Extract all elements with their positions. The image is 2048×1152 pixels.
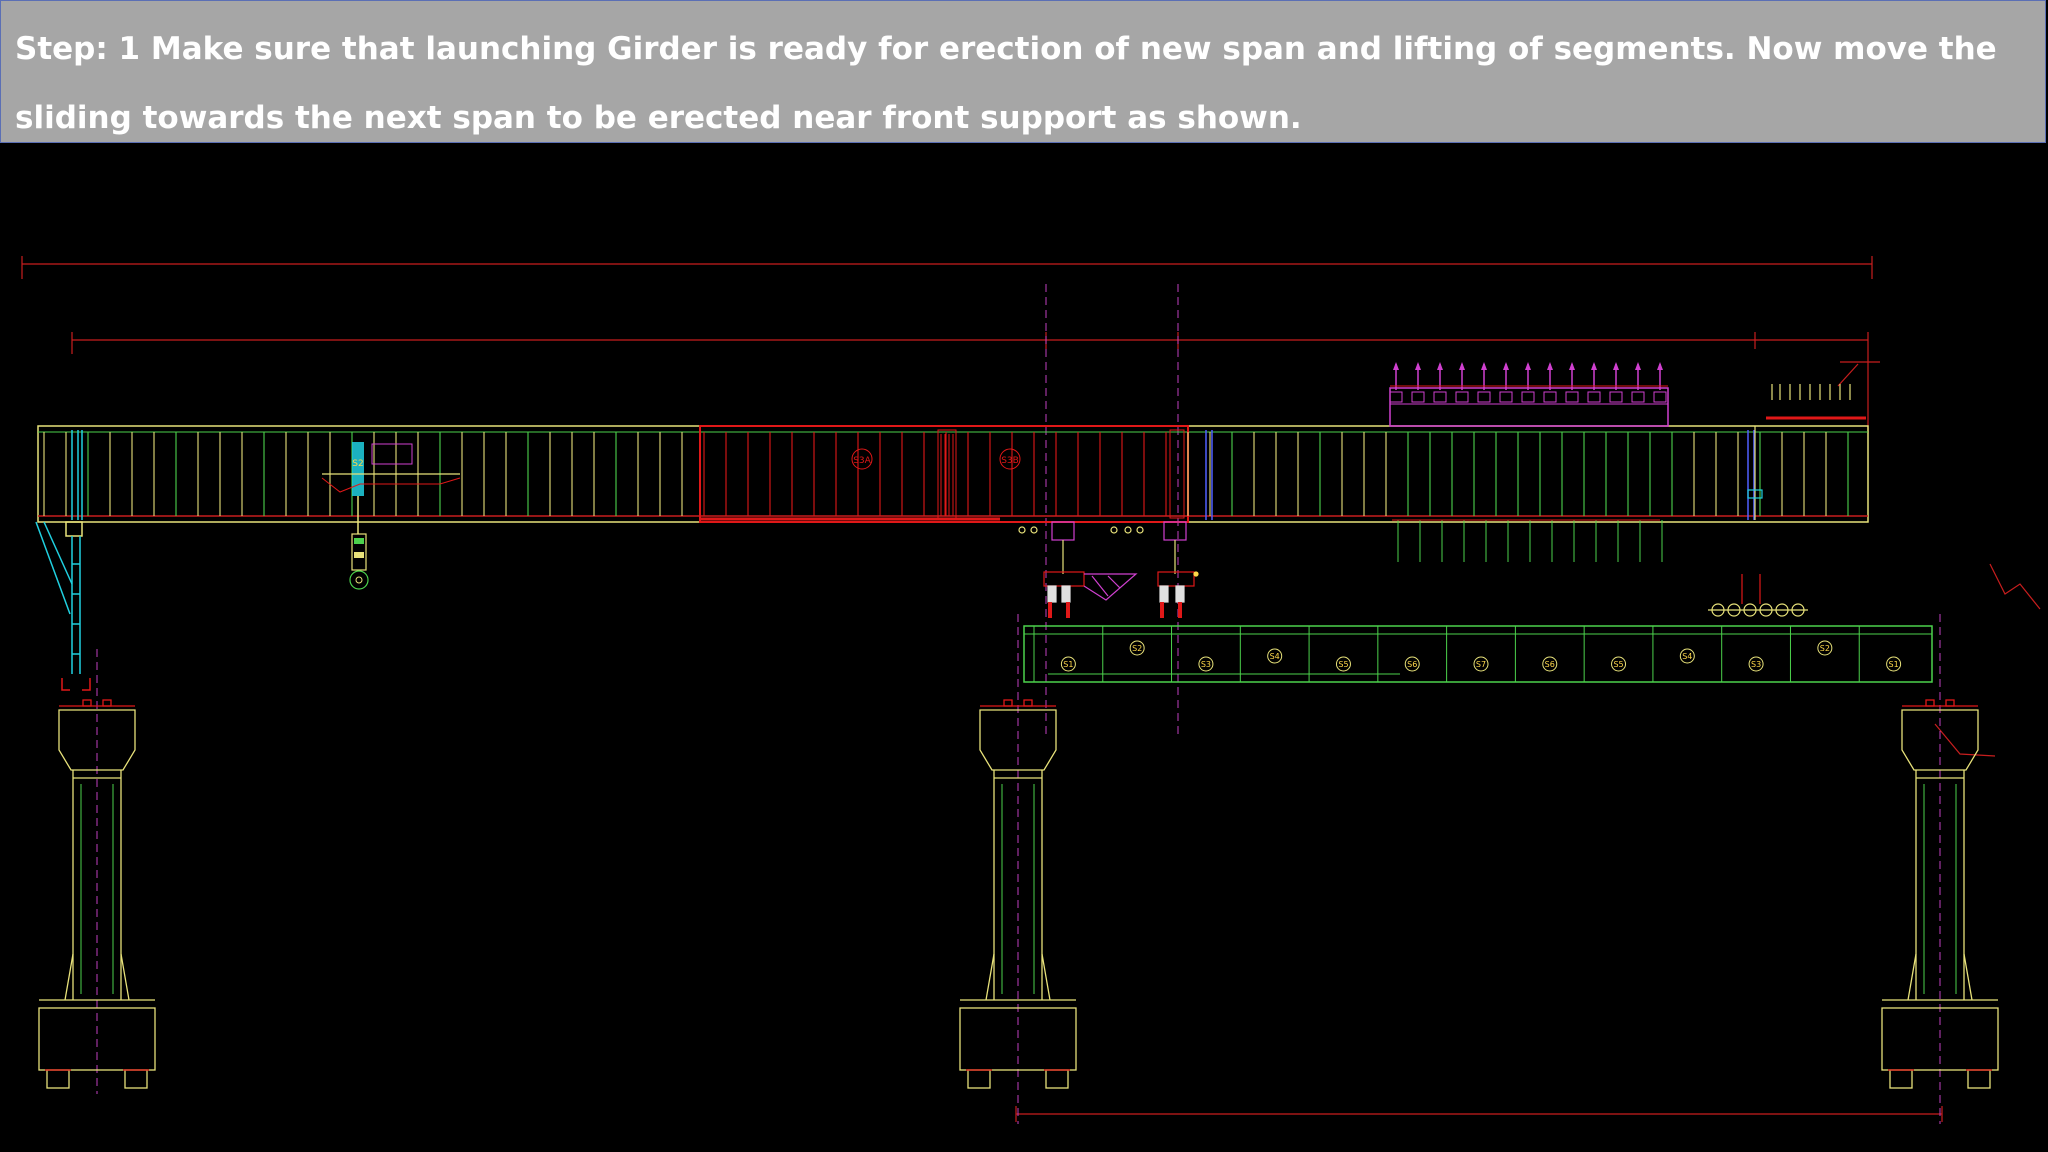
lifting-jack xyxy=(1653,362,1667,403)
segment-lifting-frames xyxy=(1389,362,1667,403)
instruction-banner: Step: 1 Make sure that launching Girder … xyxy=(0,0,2046,143)
sliding-carriage-left xyxy=(1018,521,1138,618)
lifting-jack xyxy=(1499,362,1513,403)
segment-label: S3 xyxy=(1201,660,1211,669)
lifting-jack xyxy=(1609,362,1623,403)
segment-label: S5 xyxy=(1338,660,1348,669)
segment-label: S6 xyxy=(1545,660,1555,669)
lifting-jack xyxy=(1389,362,1403,403)
segment-label: S1 xyxy=(1889,660,1899,669)
launching-girder-truss: S3A S3B xyxy=(37,425,1869,523)
launching-girder-drawing: S3A S3B S2 S1S2S3S4S5 S6 S7 S6 S5S4S3S2S… xyxy=(21,256,2041,1124)
central-stiffener xyxy=(937,429,1185,519)
lifting-jack xyxy=(1631,362,1645,403)
segment-label: S4 xyxy=(1682,652,1692,661)
segment-label: S3 xyxy=(1751,660,1761,669)
lifting-jack xyxy=(1477,362,1491,403)
rear-support-leg xyxy=(35,521,91,691)
segment-label: S1 xyxy=(1063,660,1073,669)
girder-tag-s3a: S3A xyxy=(851,448,873,470)
girder-tag-s3a-label: S3A xyxy=(853,456,871,466)
step-instruction-text: Step: 1 Make sure that launching Girder … xyxy=(15,31,1997,136)
segment-hanger-rods xyxy=(1392,519,1663,562)
truss-vertical-members xyxy=(43,432,1849,516)
lifting-jack xyxy=(1587,362,1601,403)
lifting-jack xyxy=(1521,362,1535,403)
lifting-jack xyxy=(1565,362,1579,403)
girder-tag-s3b: S3B xyxy=(999,448,1021,470)
deck-hoist-rings xyxy=(1708,574,1808,617)
segment-label: S5 xyxy=(1613,660,1623,669)
left-nose-bracing xyxy=(71,430,83,520)
segment-label: S6 xyxy=(1407,660,1417,669)
segment-label: S2 xyxy=(1820,644,1830,653)
lifting-jack xyxy=(1433,362,1447,403)
segment-label: S7 xyxy=(1476,660,1486,669)
lifting-jack xyxy=(1543,362,1557,403)
sliding-carriage-right xyxy=(1110,521,1199,618)
girder-tag-s3b-label: S3B xyxy=(1001,456,1019,466)
lifting-jack xyxy=(1455,362,1469,403)
centerlines xyxy=(96,284,1941,1124)
segment-label: S2 xyxy=(1132,644,1142,653)
dimension-lines xyxy=(21,256,2041,1122)
crane-tag-label: S2 xyxy=(352,459,363,469)
lifting-jack xyxy=(1411,362,1425,403)
segment-label: S4 xyxy=(1270,652,1280,661)
